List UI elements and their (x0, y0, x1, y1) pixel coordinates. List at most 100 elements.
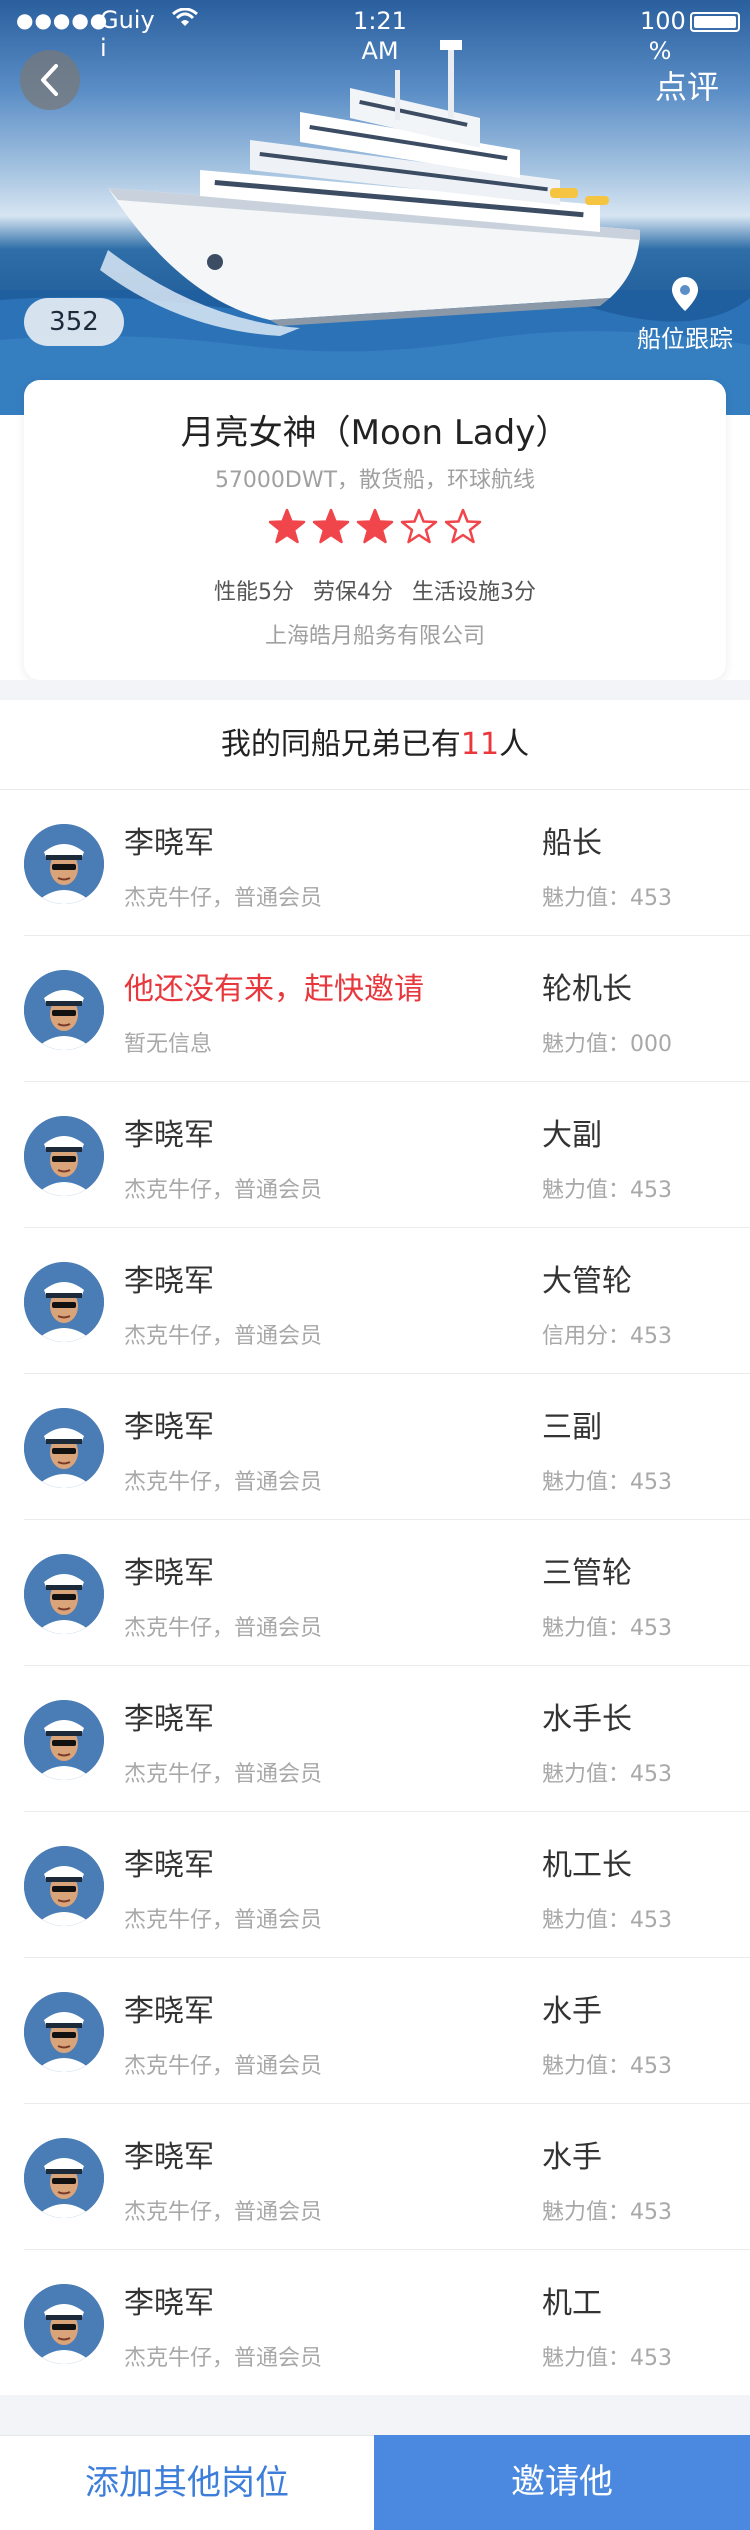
status-bar: ●●●●● Guiyi 1:21 AM 100 % (0, 0, 750, 65)
sailor-avatar-icon (24, 1554, 104, 1634)
crew-role: 水手长 (542, 1702, 632, 1737)
crew-row[interactable]: 李晓军 杰克牛仔，普通会员 机工长 魅力值：453 (24, 1812, 750, 1958)
sailor-avatar-icon (24, 1262, 104, 1342)
rating-scores: 性能5分 劳保4分 生活设施3分 (24, 574, 726, 606)
crew-metric: 魅力值：453 (542, 2200, 672, 2225)
chevron-left-icon (41, 64, 58, 96)
sailor-avatar-icon (24, 1846, 104, 1926)
crew-title-prefix: 我的同船兄弟已有 (220, 727, 461, 762)
bottom-spacer (0, 2395, 750, 2435)
crew-member-info: 杰克牛仔，普通会员 (124, 1470, 323, 1495)
crew-role: 三副 (542, 1410, 602, 1445)
crew-name: 李晓军 (124, 1410, 214, 1445)
crew-name: 李晓军 (124, 1702, 214, 1737)
crew-metric: 信用分：453 (542, 1324, 672, 1349)
crew-role: 水手 (542, 1994, 602, 2029)
crew-list: 李晓军 杰克牛仔，普通会员 船长 魅力值：453 他还没有来，赶快邀请 暂无信息… (0, 790, 750, 2396)
crew-role: 轮机长 (542, 972, 632, 1007)
score-labor-protection: 劳保4分 (313, 580, 393, 605)
crew-name: 李晓军 (124, 826, 214, 861)
crew-role: 三管轮 (542, 1556, 632, 1591)
carrier-name: Guiyi (100, 6, 155, 62)
crew-metric: 魅力值：453 (542, 1762, 672, 1787)
sailor-avatar-icon (24, 1116, 104, 1196)
crew-row[interactable]: 李晓军 杰克牛仔，普通会员 水手长 魅力值：453 (24, 1666, 750, 1812)
wifi-icon (172, 8, 198, 26)
avatar[interactable] (24, 1700, 104, 1780)
crew-metric: 魅力值：000 (542, 1032, 672, 1057)
avatar[interactable] (24, 1846, 104, 1926)
crew-role: 大副 (542, 1118, 602, 1153)
crew-metric: 魅力值：453 (542, 1178, 672, 1203)
crew-member-info: 暂无信息 (124, 1032, 213, 1057)
crew-row[interactable]: 李晓军 杰克牛仔，普通会员 三管轮 魅力值：453 (24, 1520, 750, 1666)
crew-row[interactable]: 李晓军 杰克牛仔，普通会员 水手 魅力值：453 (24, 1958, 750, 2104)
photo-count-badge: 352 (24, 298, 124, 346)
crew-row[interactable]: 李晓军 杰克牛仔，普通会员 大管轮 信用分：453 (24, 1228, 750, 1374)
ship-tracking-label: 船位跟踪 (637, 325, 733, 353)
crew-role: 机工 (542, 2286, 602, 2321)
star-empty-icon (444, 508, 482, 544)
avatar[interactable] (24, 2138, 104, 2218)
crew-metric: 魅力值：453 (542, 2346, 672, 2371)
add-position-button[interactable]: 添加其他岗位 (0, 2435, 374, 2530)
ship-name: 月亮女神（Moon Lady） (180, 413, 570, 453)
avatar[interactable] (24, 1992, 104, 2072)
crew-name: 李晓军 (124, 2140, 214, 2175)
crew-name: 李晓军 (124, 1848, 214, 1883)
star-empty-icon (400, 508, 438, 544)
crew-member-info: 杰克牛仔，普通会员 (124, 2200, 323, 2225)
invite-button[interactable]: 邀请他 (374, 2435, 750, 2530)
crew-row[interactable]: 李晓军 杰克牛仔，普通会员 船长 魅力值：453 (24, 790, 750, 936)
avatar[interactable] (24, 970, 104, 1050)
invite-prompt[interactable]: 他还没有来，赶快邀请 (124, 964, 424, 1008)
avatar[interactable] (24, 1408, 104, 1488)
sailor-avatar-icon (24, 970, 104, 1050)
ship-info-card: 月亮女神（Moon Lady） 57000DWT，散货船，环球航线 性能5分 劳… (24, 380, 726, 680)
location-pin-icon (672, 277, 698, 311)
star-filled-icon (356, 508, 394, 544)
crew-row[interactable]: 李晓军 杰克牛仔，普通会员 水手 魅力值：453 (24, 2104, 750, 2250)
sailor-avatar-icon (24, 2138, 104, 2218)
crew-row[interactable]: 李晓军 杰克牛仔，普通会员 三副 魅力值：453 (24, 1374, 750, 1520)
section-divider (0, 680, 750, 700)
sailor-avatar-icon (24, 824, 104, 904)
crew-metric: 魅力值：453 (542, 886, 672, 911)
avatar[interactable] (24, 2284, 104, 2364)
sailor-avatar-icon (24, 1700, 104, 1780)
sailor-avatar-icon (24, 2284, 104, 2364)
signal-strength-icon: ●●●●● (16, 8, 109, 32)
bottom-action-bar: 添加其他岗位 邀请他 (0, 2435, 750, 2530)
rating-stars (24, 508, 726, 546)
crew-member-info: 杰克牛仔，普通会员 (124, 1762, 323, 1787)
crew-row[interactable]: 他还没有来，赶快邀请 暂无信息 轮机长 魅力值：000 (24, 936, 750, 1082)
score-performance: 性能5分 (214, 580, 294, 605)
score-living-facilities: 生活设施3分 (412, 580, 536, 605)
crew-member-info: 杰克牛仔，普通会员 (124, 1324, 323, 1349)
crew-name: 李晓军 (124, 2286, 214, 2321)
battery-percent: 100 % (640, 7, 686, 65)
avatar[interactable] (24, 1116, 104, 1196)
crew-name: 李晓军 (124, 1264, 214, 1299)
crew-member-info: 杰克牛仔，普通会员 (124, 1616, 323, 1641)
crew-name: 李晓军 (124, 1118, 214, 1153)
crew-name: 李晓军 (124, 1994, 214, 2029)
crew-metric: 魅力值：453 (542, 1908, 672, 1933)
crew-member-info: 杰克牛仔，普通会员 (124, 886, 323, 911)
crew-role: 水手 (542, 2140, 602, 2175)
review-button[interactable]: 点评 (655, 62, 719, 108)
sailor-avatar-icon (24, 1408, 104, 1488)
crew-role: 大管轮 (542, 1264, 632, 1299)
crew-count: 11 (460, 727, 500, 762)
avatar[interactable] (24, 1554, 104, 1634)
avatar[interactable] (24, 824, 104, 904)
crew-row[interactable]: 李晓军 杰克牛仔，普通会员 机工 魅力值：453 (24, 2250, 750, 2396)
ship-tracking-button[interactable]: 船位跟踪 (620, 275, 750, 354)
star-filled-icon (312, 508, 350, 544)
crew-row[interactable]: 李晓军 杰克牛仔，普通会员 大副 魅力值：453 (24, 1082, 750, 1228)
crew-metric: 魅力值：453 (542, 1470, 672, 1495)
avatar[interactable] (24, 1262, 104, 1342)
crew-member-info: 杰克牛仔，普通会员 (124, 1908, 323, 1933)
back-button[interactable] (20, 50, 80, 110)
crew-metric: 魅力值：453 (542, 1616, 672, 1641)
